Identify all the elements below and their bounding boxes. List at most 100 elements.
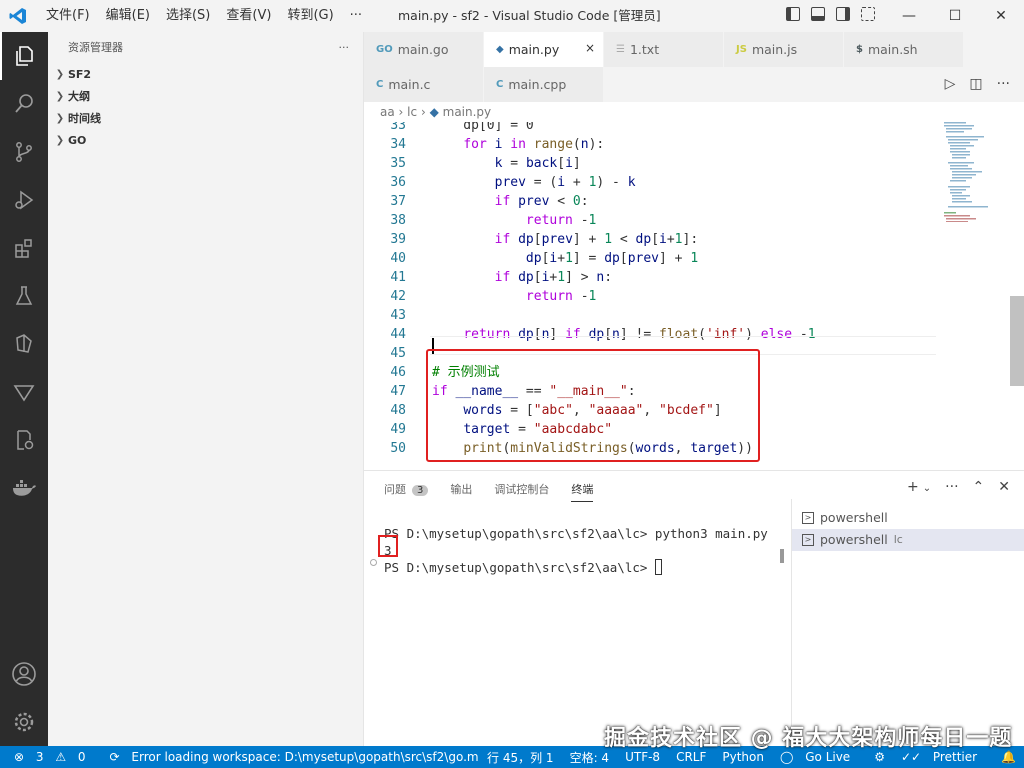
run-debug-icon[interactable] [0,176,48,224]
close-panel-icon[interactable]: ✕ [998,479,1010,499]
customize-layout-icon[interactable] [861,7,875,21]
breadcrumb-separator-icon: › [398,105,408,119]
section-label: 大纲 [68,90,90,103]
close-tab-icon[interactable]: × [585,41,595,55]
tab-main-py[interactable]: ◆ main.py × [484,32,604,67]
split-editor-icon[interactable]: ◫ [969,76,982,92]
menu-go[interactable]: 转到(G) [279,0,341,32]
terminal-item[interactable]: > powershell [792,507,1024,529]
encoding[interactable]: UTF-8 [617,750,668,764]
breadcrumb-aa[interactable]: aa [380,105,395,119]
maximize-panel-icon[interactable]: ⌃ [973,479,985,499]
terminal-icon: > [802,512,814,524]
extension-icon[interactable]: ⚙ [866,750,893,764]
command-decoration-icon [370,559,377,566]
toggle-panel-icon[interactable] [811,7,825,21]
sidebar-header: 资源管理器 ··· [48,32,363,64]
sidebar-more-button[interactable]: ··· [339,32,350,64]
panel-tabs: 问题 3 输出 调试控制台 终端 [384,481,594,502]
menu-file[interactable]: 文件(F) [38,0,98,32]
line-number: 45 [390,346,406,361]
section-timeline[interactable]: ❯ 时间线 [48,108,363,130]
line-number: 39 [390,232,406,247]
terminal-scrollbar[interactable] [780,549,784,563]
section-outline[interactable]: ❯ 大纲 [48,86,363,108]
breadcrumb-separator-icon: › [420,105,430,119]
chevron-right-icon: ❯ [55,113,65,124]
line-text: dp[i+1] = dp[prev] + 1 [525,251,699,266]
section-sf2[interactable]: ❯ SF2 [48,64,363,86]
menu-view[interactable]: 查看(V) [218,0,279,32]
line-text: if dp[prev] + 1 < dp[i+1]: [494,232,699,247]
menu-more[interactable]: ··· [342,0,370,32]
go-live[interactable]: ◯ Go Live [772,750,866,764]
output-highlight-box [378,535,398,557]
new-terminal-icon[interactable]: + [907,479,919,499]
search-icon[interactable] [0,80,48,128]
error-count: 3 [35,750,44,764]
close-icon[interactable]: ✕ [978,0,1024,32]
more-actions-icon[interactable]: ··· [945,479,958,499]
settings-sync-icon[interactable] [0,416,48,464]
menu-selection[interactable]: 选择(S) [158,0,218,32]
code-line: 43 [364,306,934,325]
section-go[interactable]: ❯ GO [48,130,363,152]
tab-debug-console[interactable]: 调试控制台 [494,481,549,502]
chevron-right-icon: ❯ [55,91,65,102]
chevron-down-icon[interactable]: ⌄ [923,479,931,499]
code-line: 39 if dp[prev] + 1 < dp[i+1]: [364,230,934,249]
tab-label: main.js [751,42,798,57]
terminal-item[interactable]: > powershell lc [792,529,1024,551]
maximize-icon[interactable]: ☐ [932,0,978,32]
tab-1-txt[interactable]: ☰ 1.txt [604,32,724,67]
minimize-icon[interactable]: — [886,0,932,32]
breadcrumb-file[interactable]: main.py [443,105,492,119]
docker-icon[interactable] [0,464,48,512]
terminal-output[interactable]: PS D:\mysetup\gopath\src\sf2\aa\lc> pyth… [384,525,768,576]
activity-bar [0,32,48,746]
menu-edit[interactable]: 编辑(E) [98,0,158,32]
run-icon[interactable]: ▷ [945,76,956,92]
testing-icon[interactable] [0,272,48,320]
terminal-prompt: PS D:\mysetup\gopath\src\sf2\aa\lc> [384,560,655,575]
toggle-sidebar-icon[interactable] [786,7,800,21]
tab-problems[interactable]: 问题 3 [384,481,429,502]
remote-explorer-icon[interactable] [0,320,48,368]
extensions-icon[interactable] [0,224,48,272]
breadcrumb: aa › lc › ◆ main.py [364,102,1024,122]
cursor-position[interactable]: 行 45，列 1 [479,749,562,766]
manage-gear-icon[interactable] [0,698,48,746]
tab-main-sh[interactable]: $ main.sh [844,32,964,67]
tab-main-c[interactable]: Cmain.c [364,67,484,102]
more-actions-icon[interactable]: ··· [997,76,1010,92]
tab-label: main.sh [867,42,918,57]
code-line: 35 k = back[i] [364,154,934,173]
terminal-line: PS D:\mysetup\gopath\src\sf2\aa\lc> pyth… [384,526,768,541]
breadcrumb-lc[interactable]: lc [407,105,417,119]
workspace-error[interactable]: ⟳ Error loading workspace: D:\mysetup\go… [102,750,479,764]
line-number: 49 [390,422,406,437]
line-ending[interactable]: CRLF [668,750,714,764]
minimap[interactable] [944,122,1010,222]
prettier[interactable]: ✓✓ Prettier [893,750,993,764]
tab-main-js[interactable]: JS main.js [724,32,844,67]
tab-terminal[interactable]: 终端 [571,481,594,502]
language-mode[interactable]: Python [714,750,772,764]
gitlens-icon[interactable] [0,368,48,416]
code-editor[interactable]: 33 dp[0] = 0 34 for i in range(n): 35 k =… [364,122,1024,470]
tab-output[interactable]: 输出 [450,481,472,502]
tab-main-go[interactable]: GO main.go [364,32,484,67]
terminal-cwd: lc [893,533,903,546]
source-control-icon[interactable] [0,128,48,176]
problems-status[interactable]: ⊗ 3 ⚠ 0 [0,750,102,764]
line-number: 43 [390,308,406,323]
tab-main-cpp[interactable]: Cmain.cpp [484,67,604,102]
account-icon[interactable] [0,650,48,698]
toggle-secondary-sidebar-icon[interactable] [836,7,850,21]
chevron-right-icon: ❯ [55,69,65,80]
explorer-icon[interactable] [0,32,48,80]
notifications-icon[interactable]: 🔔 [993,750,1024,764]
line-number: 42 [390,289,406,304]
editor-scrollbar-thumb[interactable] [1010,296,1024,386]
line-number: 40 [390,251,406,266]
